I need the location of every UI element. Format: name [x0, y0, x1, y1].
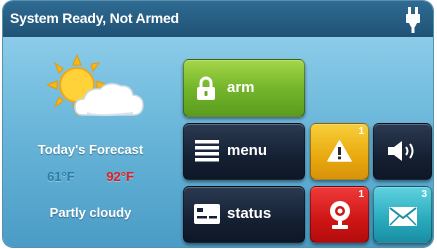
messages-count-badge: 3	[421, 189, 427, 200]
messages-button[interactable]: 3	[373, 186, 432, 243]
high-temperature: 92°F	[106, 169, 134, 184]
menu-button-label: menu	[227, 142, 268, 159]
volume-button[interactable]	[373, 123, 432, 180]
partly-cloudy-icon	[47, 55, 144, 117]
envelope-icon	[389, 207, 417, 226]
arm-button[interactable]: arm	[183, 59, 305, 117]
menu-list-icon	[195, 140, 219, 162]
menu-button[interactable]: menu	[183, 123, 305, 180]
status-bar: System Ready, Not Armed	[3, 1, 433, 37]
forecast-title: Today's Forecast	[37, 142, 144, 157]
status-button[interactable]: status	[183, 186, 305, 243]
low-temperature: 61°F	[47, 169, 75, 184]
status-card-icon	[194, 204, 220, 224]
alarm-bell-icon	[330, 201, 350, 229]
power-plug-icon	[406, 7, 420, 33]
system-status-text: System Ready, Not Armed	[10, 10, 179, 26]
temperature-range: 61°F 92°F	[3, 169, 178, 184]
status-button-label: status	[227, 205, 272, 222]
arm-button-label: arm	[227, 79, 255, 96]
padlock-icon	[197, 76, 215, 100]
warning-triangle-icon	[327, 140, 352, 162]
alarm-button[interactable]: 1	[310, 186, 369, 243]
alarm-count-badge: 1	[358, 189, 364, 200]
weather-condition: Partly cloudy	[49, 205, 132, 220]
speaker-icon	[388, 141, 414, 161]
panel-screen: System Ready, Not Armed Today's Forecast…	[3, 1, 433, 247]
alerts-count-badge: 1	[358, 126, 364, 137]
alerts-button[interactable]: 1	[310, 123, 369, 180]
